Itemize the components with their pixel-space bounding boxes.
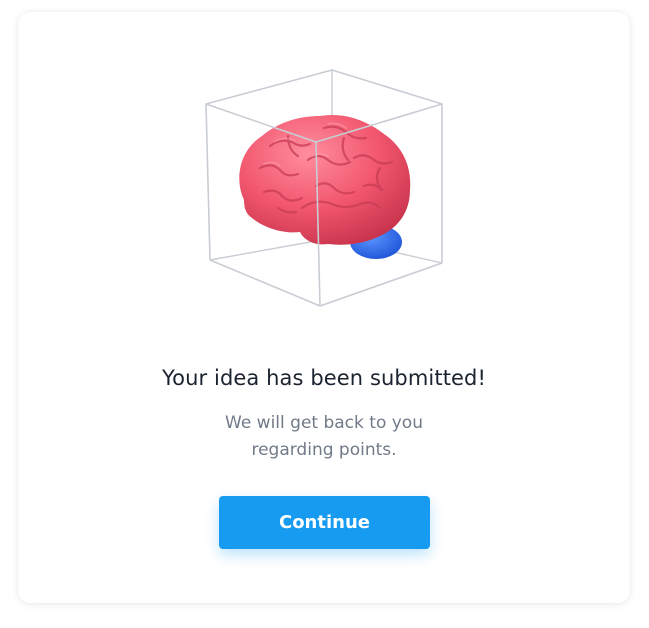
dialog-message-line-1: We will get back to you bbox=[225, 413, 423, 433]
brain-shape bbox=[239, 114, 411, 245]
dialog-title: Your idea has been submitted! bbox=[162, 366, 486, 390]
brain-in-cube-icon bbox=[205, 69, 443, 307]
continue-button[interactable]: Continue bbox=[219, 496, 430, 549]
dialog-message-line-2: regarding points. bbox=[251, 440, 397, 460]
success-dialog: Your idea has been submitted! We will ge… bbox=[18, 12, 630, 603]
dialog-message: We will get back to you regarding points… bbox=[18, 410, 630, 464]
